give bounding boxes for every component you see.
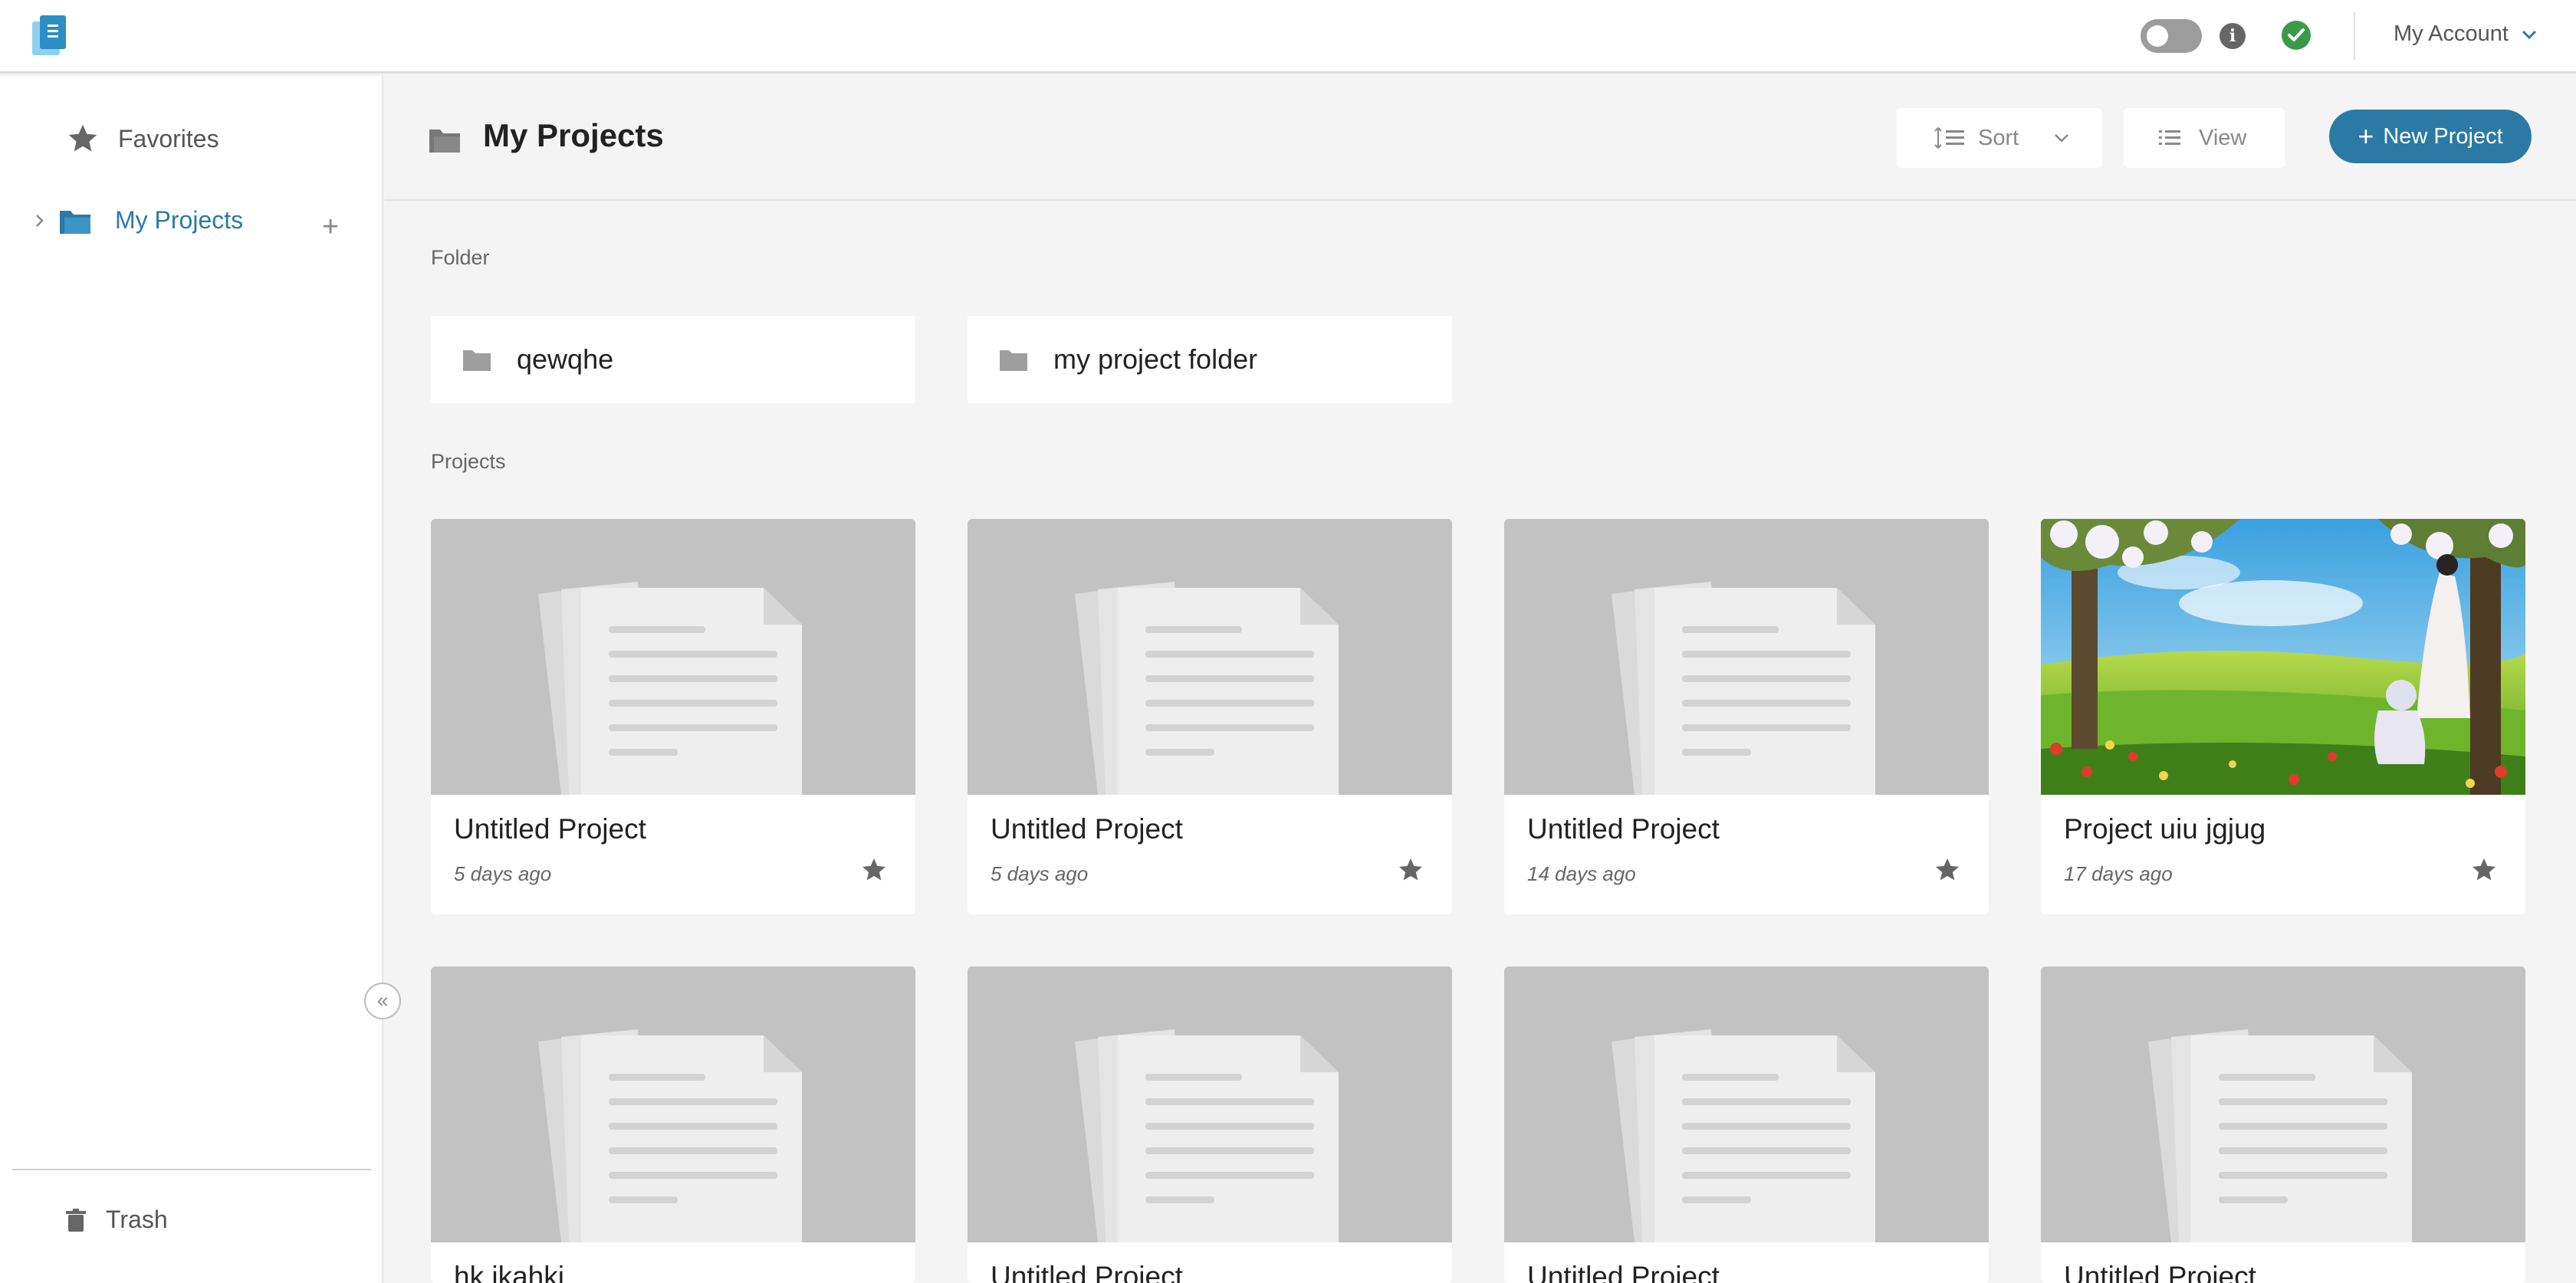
sync-status-check-icon[interactable] <box>2282 21 2311 50</box>
sort-label: Sort <box>1978 125 2019 150</box>
project-date: 17 days ago <box>2064 862 2173 885</box>
landscape-illustration-thumbnail <box>2041 519 2525 795</box>
document-placeholder-thumbnail <box>968 966 1452 1242</box>
document-placeholder-thumbnail <box>431 519 915 795</box>
divider <box>2354 12 2355 60</box>
chevron-down-icon <box>2055 134 2069 143</box>
chevron-down-icon <box>2522 30 2536 39</box>
sidebar-item-favorites[interactable]: Favorites <box>66 122 219 156</box>
sidebar-item-trash[interactable]: Trash <box>66 1206 168 1234</box>
project-name: hk jkahki <box>454 1261 564 1283</box>
sidebar-item-my-projects[interactable]: My Projects <box>34 206 243 235</box>
sidebar: Favorites My Projects + Trash <box>0 76 383 1283</box>
project-card[interactable]: Project uiu jgjug 17 days ago <box>2041 519 2525 914</box>
sidebar-item-label: Favorites <box>118 124 219 153</box>
star-icon[interactable] <box>2470 856 2498 884</box>
star-icon[interactable] <box>860 856 888 884</box>
project-card[interactable]: Untitled Project <box>1504 966 1989 1283</box>
account-label: My Account <box>2394 21 2509 46</box>
project-name: Untitled Project <box>991 813 1183 845</box>
sidebar-item-label: My Projects <box>115 206 244 234</box>
document-placeholder-thumbnail <box>2041 966 2525 1242</box>
folder-card[interactable]: qewqhe <box>431 316 915 403</box>
project-card[interactable]: Untitled Project <box>968 966 1452 1283</box>
project-card[interactable]: Untitled Project 14 days ago <box>1504 519 1989 914</box>
top-bar: i My Account <box>0 0 2576 74</box>
star-icon[interactable] <box>1934 856 1961 884</box>
project-name: Untitled Project <box>2064 1261 2256 1283</box>
chevron-right-icon[interactable] <box>34 212 46 230</box>
folder-card[interactable]: my project folder <box>968 316 1452 403</box>
folder-icon <box>429 130 460 153</box>
app-logo-icon[interactable] <box>29 12 75 58</box>
folder-name: my project folder <box>1053 343 1258 375</box>
folder-icon <box>463 350 491 371</box>
project-date: 14 days ago <box>1527 862 1636 885</box>
folder-section-label: Folder <box>431 246 490 269</box>
view-button[interactable]: View <box>2124 108 2285 168</box>
document-placeholder-thumbnail <box>1504 519 1989 795</box>
star-icon <box>68 124 97 152</box>
document-placeholder-thumbnail <box>1504 966 1989 1242</box>
project-card[interactable]: Untitled Project 5 days ago <box>431 519 915 914</box>
view-label: View <box>2199 125 2247 150</box>
trash-icon <box>66 1208 86 1232</box>
info-icon[interactable]: i <box>2220 23 2246 49</box>
plus-icon: + <box>2358 120 2374 152</box>
project-card[interactable]: Untitled Project 5 days ago <box>968 519 1452 914</box>
folder-icon <box>1000 350 1027 371</box>
page-header: My Projects Sort View + New Project <box>385 76 2576 201</box>
project-date: 5 days ago <box>454 862 552 885</box>
project-name: Untitled Project <box>1527 813 1720 845</box>
project-card[interactable]: hk jkahki <box>431 966 915 1283</box>
theme-toggle[interactable] <box>2141 19 2202 53</box>
page-title: My Projects <box>483 117 664 153</box>
new-project-label: New Project <box>2383 123 2503 149</box>
add-folder-icon[interactable]: + <box>322 212 339 241</box>
sort-button[interactable]: Sort <box>1897 108 2102 168</box>
sun-icon <box>2147 25 2168 47</box>
main-content: My Projects Sort View + New Project Fold… <box>385 76 2576 1283</box>
list-view-icon <box>2159 130 2180 145</box>
project-name: Untitled Project <box>1527 1261 1720 1283</box>
star-icon[interactable] <box>1397 856 1424 884</box>
document-placeholder-thumbnail <box>431 966 915 1242</box>
folder-icon <box>60 210 90 234</box>
divider <box>12 1169 371 1170</box>
document-placeholder-thumbnail <box>968 519 1452 795</box>
projects-section-label: Projects <box>431 450 506 473</box>
account-menu[interactable]: My Account <box>2394 21 2539 47</box>
project-name: Untitled Project <box>454 813 646 845</box>
sidebar-item-label: Trash <box>106 1206 168 1233</box>
collapse-sidebar-button[interactable]: « <box>364 983 401 1019</box>
project-date: 5 days ago <box>991 862 1089 885</box>
sort-icon <box>1934 126 1964 149</box>
project-name: Untitled Project <box>991 1261 1183 1283</box>
folder-name: qewqhe <box>517 343 614 375</box>
project-name: Project uiu jgjug <box>2064 813 2266 845</box>
new-project-button[interactable]: + New Project <box>2329 110 2532 163</box>
project-card[interactable]: Untitled Project <box>2041 966 2525 1283</box>
